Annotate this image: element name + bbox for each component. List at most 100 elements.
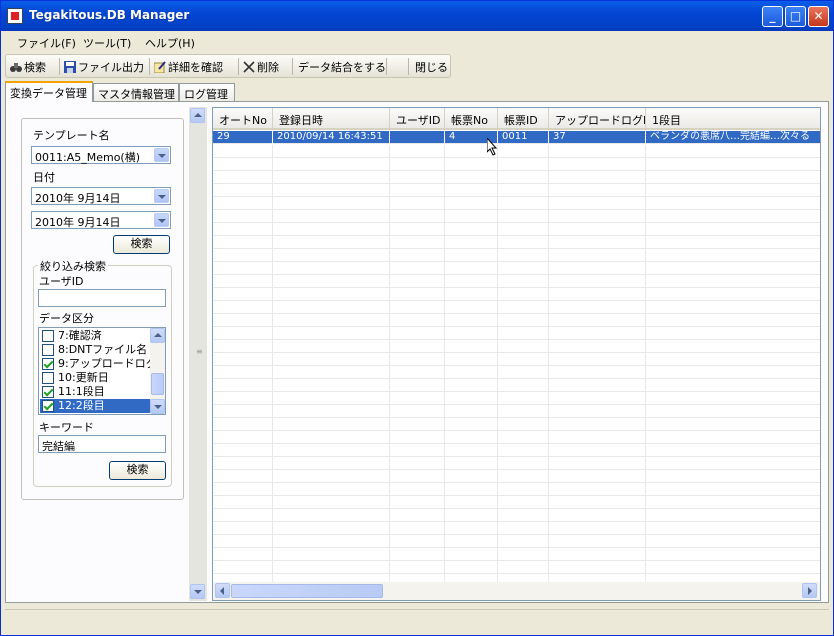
checkbox[interactable] <box>42 358 54 370</box>
grid-column-line <box>645 262 646 275</box>
keyword-input[interactable]: 完結編 <box>38 435 166 453</box>
cell-form-id[interactable]: 0011 <box>498 131 549 144</box>
table-row[interactable]: 29 2010/09/14 16:43:51 4 0011 37 ベランダの悪席… <box>213 131 820 144</box>
empty-grid-row <box>213 444 820 457</box>
menu-tools[interactable]: ツール(T) <box>83 35 131 51</box>
column-header-auto-no[interactable]: オートNo <box>213 108 273 130</box>
menu-file[interactable]: ファイル(F) <box>17 35 76 51</box>
grid-column-line <box>548 496 549 509</box>
empty-grid-row <box>213 392 820 405</box>
grid-column-line <box>389 288 390 301</box>
list-item[interactable]: 11:1段目 <box>40 385 150 399</box>
grid-column-line <box>497 522 498 535</box>
list-item[interactable]: 9:アップロードログID <box>40 357 165 371</box>
grid-column-line <box>497 249 498 262</box>
checklist-scrollbar[interactable] <box>150 328 165 414</box>
grid-column-line <box>272 379 273 392</box>
column-header-upload-log-id[interactable]: アップロードログID <box>549 108 646 130</box>
cell-row1[interactable]: ベランダの悪席八…完結編…次々る <box>646 131 820 144</box>
grid-column-line <box>389 366 390 379</box>
list-item-label: 7:確認済 <box>58 329 102 342</box>
checkbox[interactable] <box>42 330 54 342</box>
filter-search-button[interactable]: 検索 <box>109 461 166 480</box>
tab-master-info[interactable]: マスタ情報管理 <box>93 83 179 101</box>
toolbar-file-output-label: ファイル出力 <box>78 61 144 74</box>
title-bar[interactable]: Tegakitous.DB Manager _ □ ✕ <box>1 1 833 31</box>
grid-column-line <box>645 405 646 418</box>
scroll-thumb[interactable] <box>151 373 164 395</box>
toolbar-separator <box>386 58 387 75</box>
grid-column-line <box>645 509 646 522</box>
column-header-registered-at[interactable]: 登録日時 <box>273 108 390 130</box>
tab-log[interactable]: ログ管理 <box>179 83 235 101</box>
checkbox[interactable] <box>42 386 54 398</box>
data-grid[interactable]: オートNo 登録日時 ユーザID 帳票No 帳票ID アップロードログID 1段… <box>212 107 821 601</box>
list-item-selected[interactable]: 12:2段目 <box>40 399 150 413</box>
cell-upload-log-id[interactable]: 37 <box>549 131 646 144</box>
data-category-checklist[interactable]: 7:確認済 8:DNTファイル名 9:アップロードログID 10:更新日 11:… <box>38 327 166 415</box>
column-header-row1[interactable]: 1段目 <box>646 108 820 130</box>
grip-icon: ≡ <box>196 347 203 356</box>
list-item[interactable]: 10:更新日 <box>40 371 150 385</box>
grid-column-line <box>548 431 549 444</box>
maximize-button[interactable]: □ <box>785 6 806 27</box>
scroll-thumb[interactable] <box>231 584 383 598</box>
scroll-up-icon[interactable] <box>150 328 165 343</box>
toolbar-detail-button[interactable]: 詳細を確認 <box>154 59 223 75</box>
menu-bar: ファイル(F) ツール(T) ヘルプ(H) <box>1 32 833 52</box>
grid-column-line <box>645 535 646 548</box>
column-header-form-no[interactable]: 帳票No <box>445 108 498 130</box>
chevron-down-icon[interactable] <box>154 189 169 203</box>
grid-column-line <box>272 522 273 535</box>
scroll-right-icon[interactable] <box>802 583 817 598</box>
grid-column-line <box>645 340 646 353</box>
column-header-form-id[interactable]: 帳票ID <box>498 108 549 130</box>
checkbox[interactable] <box>42 372 54 384</box>
grid-column-line <box>444 145 445 158</box>
grid-column-line <box>645 314 646 327</box>
scroll-left-icon[interactable] <box>215 583 230 598</box>
userid-input[interactable] <box>38 289 166 307</box>
empty-grid-row <box>213 340 820 353</box>
cell-user-id[interactable] <box>390 131 445 144</box>
toolbar-file-output-button[interactable]: ファイル出力 <box>64 59 144 75</box>
scroll-down-icon[interactable] <box>190 584 205 599</box>
grid-column-line <box>389 223 390 236</box>
grid-column-line <box>444 431 445 444</box>
grid-horizontal-scrollbar[interactable] <box>213 582 820 600</box>
grid-column-line <box>389 236 390 249</box>
chevron-down-icon[interactable] <box>154 148 169 162</box>
scroll-up-icon[interactable] <box>190 108 205 123</box>
chevron-down-icon[interactable] <box>154 213 169 227</box>
empty-grid-row <box>213 197 820 210</box>
list-item[interactable]: 7:確認済 <box>40 329 150 343</box>
splitter-scrollbar[interactable]: ≡ <box>189 107 207 601</box>
grid-column-line <box>645 301 646 314</box>
grid-column-line <box>497 431 498 444</box>
close-window-button[interactable]: ✕ <box>808 6 829 27</box>
grid-header: オートNo 登録日時 ユーザID 帳票No 帳票ID アップロードログID 1段… <box>213 108 820 130</box>
grid-column-line <box>548 457 549 470</box>
template-select[interactable]: 0011:A5_Memo(横) <box>31 146 171 164</box>
scroll-down-icon[interactable] <box>150 399 165 414</box>
minimize-button[interactable]: _ <box>762 6 783 27</box>
checkbox[interactable] <box>42 344 54 356</box>
column-header-user-id[interactable]: ユーザID <box>390 108 445 130</box>
toolbar-search-button[interactable]: 検索 <box>10 59 46 75</box>
grid-column-line <box>444 158 445 171</box>
grid-column-line <box>497 444 498 457</box>
checkbox[interactable] <box>42 400 54 412</box>
date-search-button[interactable]: 検索 <box>113 235 170 254</box>
list-item[interactable]: 8:DNTファイル名 <box>40 343 150 357</box>
tab-conversion-data[interactable]: 変換データ管理 <box>5 81 93 102</box>
toolbar-merge-button[interactable]: データ結合をする <box>298 59 386 75</box>
grid-column-line <box>444 171 445 184</box>
cell-auto-no[interactable]: 29 <box>213 131 273 144</box>
menu-help[interactable]: ヘルプ(H) <box>145 35 195 51</box>
toolbar-delete-button[interactable]: 削除 <box>243 59 279 75</box>
grid-column-line <box>645 353 646 366</box>
date-to-picker[interactable]: 2010年 9月14日 <box>31 211 171 229</box>
cell-registered-at[interactable]: 2010/09/14 16:43:51 <box>273 131 390 144</box>
date-from-picker[interactable]: 2010年 9月14日 <box>31 187 171 205</box>
toolbar-close-button[interactable]: 閉じる <box>415 59 448 75</box>
